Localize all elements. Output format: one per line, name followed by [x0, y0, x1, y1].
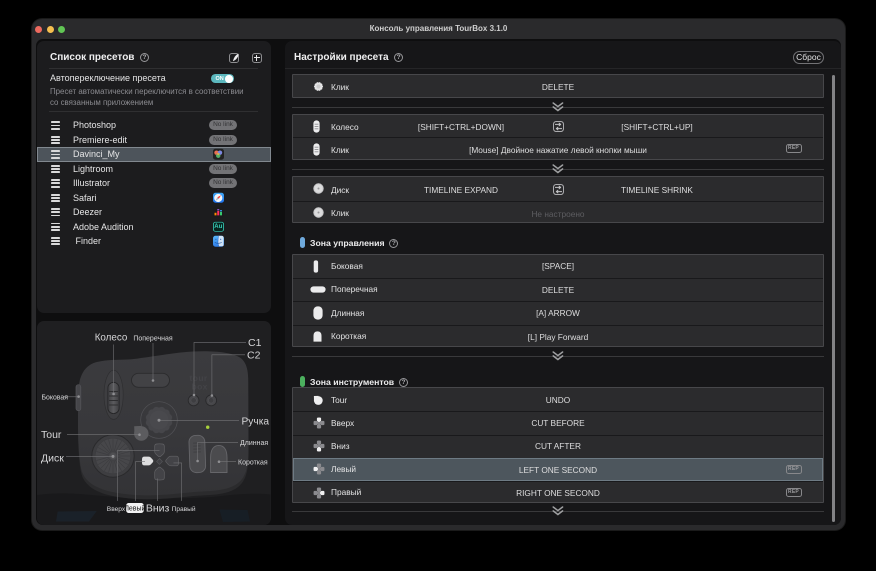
svg-text:Короткая: Короткая — [238, 459, 268, 466]
svg-text:C2: C2 — [247, 350, 261, 362]
svg-text:Длинная: Длинная — [240, 440, 268, 447]
svg-text:Диск: Диск — [41, 453, 64, 465]
svg-text:Ручка: Ручка — [242, 417, 270, 428]
svg-text:Поперечная: Поперечная — [133, 336, 173, 343]
svg-text:Колесо: Колесо — [95, 333, 128, 344]
svg-text:Боковая: Боковая — [42, 394, 69, 401]
svg-text:Левый: Левый — [124, 505, 145, 513]
svg-text:Tour: Tour — [41, 429, 62, 441]
svg-text:C1: C1 — [248, 337, 262, 349]
svg-text:Вниз: Вниз — [146, 503, 170, 515]
svg-text:Вверх: Вверх — [107, 506, 126, 513]
svg-text:Правый: Правый — [172, 505, 196, 513]
